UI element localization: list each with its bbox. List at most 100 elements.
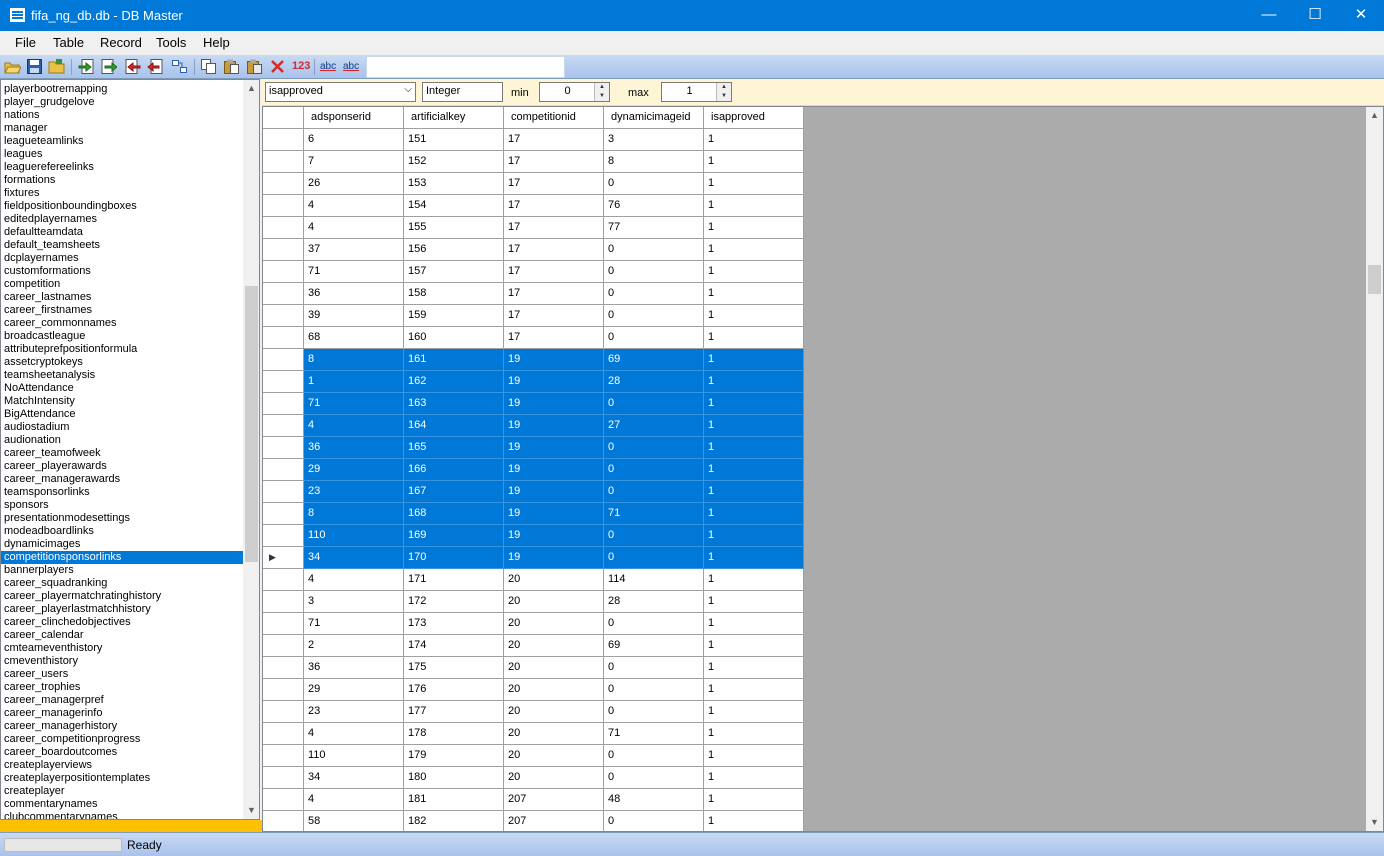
cell-dynamicimageid[interactable]: 0 — [604, 327, 704, 349]
cell-isapproved[interactable]: 1 — [704, 261, 804, 283]
row-header[interactable] — [263, 305, 304, 327]
cell-artificialkey[interactable]: 168 — [404, 503, 504, 525]
table-list-item[interactable]: career_boardoutcomes — [1, 746, 243, 759]
cell-dynamicimageid[interactable]: 0 — [604, 261, 704, 283]
save-icon[interactable] — [26, 58, 43, 75]
toolbar-search-input[interactable] — [366, 56, 565, 78]
cell-adsponserid[interactable]: 8 — [304, 503, 404, 525]
cell-adsponserid[interactable]: 110 — [304, 525, 404, 547]
cell-competitionid[interactable]: 20 — [504, 723, 604, 745]
table-list-item[interactable]: career_calendar — [1, 629, 243, 642]
cell-adsponserid[interactable]: 3 — [304, 591, 404, 613]
table-list-item[interactable]: leaguerefereelinks — [1, 161, 243, 174]
cell-dynamicimageid[interactable]: 0 — [604, 305, 704, 327]
spin-arrows-icon[interactable]: ▲ ▼ — [594, 83, 609, 101]
cell-adsponserid[interactable]: 23 — [304, 701, 404, 723]
cell-competitionid[interactable]: 17 — [504, 327, 604, 349]
cell-isapproved[interactable]: 1 — [704, 657, 804, 679]
table-list-item[interactable]: createplayerpositiontemplates — [1, 772, 243, 785]
table-row[interactable]: 4 164 19 27 1 — [263, 415, 804, 437]
cell-isapproved[interactable]: 1 — [704, 305, 804, 327]
cell-dynamicimageid[interactable]: 114 — [604, 569, 704, 591]
cell-artificialkey[interactable]: 177 — [404, 701, 504, 723]
cell-adsponserid[interactable]: 34 — [304, 767, 404, 789]
menu-record[interactable]: Record — [100, 35, 142, 50]
table-list-item[interactable]: createplayer — [1, 785, 243, 798]
paste-icon[interactable] — [223, 58, 240, 75]
cell-artificialkey[interactable]: 169 — [404, 525, 504, 547]
row-header[interactable] — [263, 239, 304, 261]
table-list-item[interactable]: customformations — [1, 265, 243, 278]
table-list-item[interactable]: presentationmodesettings — [1, 512, 243, 525]
row-header[interactable] — [263, 657, 304, 679]
cell-isapproved[interactable]: 1 — [704, 591, 804, 613]
cell-competitionid[interactable]: 20 — [504, 569, 604, 591]
table-list-item[interactable]: career_commonnames — [1, 317, 243, 330]
cell-artificialkey[interactable]: 175 — [404, 657, 504, 679]
table-list-item[interactable]: fixtures — [1, 187, 243, 200]
cell-isapproved[interactable]: 1 — [704, 613, 804, 635]
cell-artificialkey[interactable]: 166 — [404, 459, 504, 481]
row-header[interactable] — [263, 437, 304, 459]
table-row[interactable]: 71 163 19 0 1 — [263, 393, 804, 415]
table-list-item[interactable]: MatchIntensity — [1, 395, 243, 408]
cell-artificialkey[interactable]: 161 — [404, 349, 504, 371]
table-row[interactable]: 23 177 20 0 1 — [263, 701, 804, 723]
cell-competitionid[interactable]: 19 — [504, 503, 604, 525]
table-row[interactable]: 39 159 17 0 1 — [263, 305, 804, 327]
cell-artificialkey[interactable]: 180 — [404, 767, 504, 789]
table-list-item[interactable]: NoAttendance — [1, 382, 243, 395]
cell-dynamicimageid[interactable]: 0 — [604, 173, 704, 195]
table-list-item[interactable]: audionation — [1, 434, 243, 447]
cell-adsponserid[interactable]: 110 — [304, 745, 404, 767]
cell-competitionid[interactable]: 19 — [504, 525, 604, 547]
close-button[interactable]: ✕ — [1338, 0, 1384, 31]
cell-artificialkey[interactable]: 182 — [404, 811, 504, 831]
column-header[interactable]: competitionid — [504, 107, 604, 129]
cell-isapproved[interactable]: 1 — [704, 811, 804, 831]
cell-artificialkey[interactable]: 155 — [404, 217, 504, 239]
cell-isapproved[interactable]: 1 — [704, 635, 804, 657]
table-list-item[interactable]: competition — [1, 278, 243, 291]
table-list-item[interactable]: career_playerawards — [1, 460, 243, 473]
spellcheck-alt-icon[interactable]: abc — [343, 58, 360, 75]
row-header[interactable] — [263, 745, 304, 767]
cell-artificialkey[interactable]: 178 — [404, 723, 504, 745]
column-type-field[interactable]: Integer — [422, 82, 503, 102]
cell-adsponserid[interactable]: 71 — [304, 613, 404, 635]
table-list-item[interactable]: dcplayernames — [1, 252, 243, 265]
table-row[interactable]: 29 176 20 0 1 — [263, 679, 804, 701]
row-header[interactable] — [263, 811, 304, 831]
cell-isapproved[interactable]: 1 — [704, 569, 804, 591]
table-list[interactable]: playerbootremapping player_grudgelove nati… — [1, 83, 243, 819]
table-row[interactable]: 110 179 20 0 1 — [263, 745, 804, 767]
cell-competitionid[interactable]: 20 — [504, 767, 604, 789]
table-list-item[interactable]: career_squadranking — [1, 577, 243, 590]
cell-isapproved[interactable]: 1 — [704, 129, 804, 151]
row-header[interactable] — [263, 283, 304, 305]
current-row-indicator-icon[interactable]: ▶ — [263, 547, 304, 569]
cell-competitionid[interactable]: 17 — [504, 173, 604, 195]
table-row[interactable]: 4 181 207 48 1 — [263, 789, 804, 811]
cell-isapproved[interactable]: 1 — [704, 767, 804, 789]
scroll-down-arrow-icon[interactable]: ▼ — [1366, 814, 1383, 831]
cell-dynamicimageid[interactable]: 0 — [604, 283, 704, 305]
table-row[interactable]: 4 171 20 114 1 — [263, 569, 804, 591]
cell-dynamicimageid[interactable]: 0 — [604, 393, 704, 415]
table-list-item[interactable]: defaultteamdata — [1, 226, 243, 239]
clear-icon[interactable] — [269, 58, 286, 75]
table-list-item[interactable]: career_managerinfo — [1, 707, 243, 720]
cell-adsponserid[interactable]: 1 — [304, 371, 404, 393]
cell-isapproved[interactable]: 1 — [704, 151, 804, 173]
column-header[interactable]: artificialkey — [404, 107, 504, 129]
table-list-item[interactable]: competitionsponsorlinks — [1, 551, 243, 564]
cell-dynamicimageid[interactable]: 8 — [604, 151, 704, 173]
cell-adsponserid[interactable]: 36 — [304, 437, 404, 459]
cell-dynamicimageid[interactable]: 76 — [604, 195, 704, 217]
cell-artificialkey[interactable]: 157 — [404, 261, 504, 283]
table-row[interactable]: 2 174 20 69 1 — [263, 635, 804, 657]
row-header[interactable] — [263, 217, 304, 239]
cell-isapproved[interactable]: 1 — [704, 195, 804, 217]
cell-dynamicimageid[interactable]: 0 — [604, 657, 704, 679]
cell-competitionid[interactable]: 20 — [504, 591, 604, 613]
